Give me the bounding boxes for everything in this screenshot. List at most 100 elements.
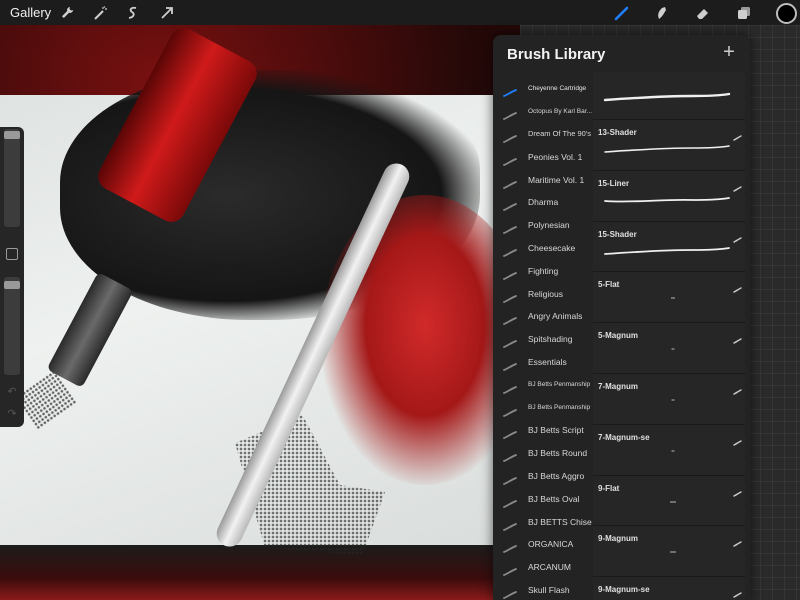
eraser-tool-icon[interactable] bbox=[693, 3, 713, 23]
brush-set-icon bbox=[503, 495, 517, 508]
brush-item[interactable]: 9-Magnum bbox=[593, 526, 745, 578]
brush-set-label: BJ Betts Oval bbox=[528, 493, 580, 504]
brush-set-item[interactable]: BJ Betts Penmanship bbox=[493, 373, 593, 396]
brush-type-icon bbox=[733, 484, 742, 497]
color-picker[interactable] bbox=[776, 3, 797, 24]
brush-set-label: Peonies Vol. 1 bbox=[528, 151, 583, 162]
brush-set-icon bbox=[503, 426, 517, 440]
opacity-slider[interactable] bbox=[4, 277, 20, 375]
brush-set-item[interactable]: Religious bbox=[493, 282, 593, 305]
brush-set-label: Octopus By Karl Bar... bbox=[528, 107, 592, 115]
brush-stroke-preview bbox=[603, 238, 731, 262]
brush-set-icon bbox=[503, 244, 517, 257]
brush-set-item[interactable]: Cheyenne Cartridge bbox=[493, 77, 593, 100]
redo-icon[interactable]: ↷ bbox=[5, 407, 19, 421]
brush-set-item[interactable]: Maritime Vol. 1 bbox=[493, 168, 593, 191]
brush-item[interactable] bbox=[593, 72, 745, 120]
brush-set-item[interactable]: BJ Betts Round bbox=[493, 442, 593, 465]
brush-stroke-preview bbox=[603, 390, 731, 414]
undo-icon[interactable]: ↶ bbox=[5, 385, 19, 399]
brush-item[interactable]: 15-Shader bbox=[593, 221, 745, 273]
transform-arrow-icon[interactable] bbox=[157, 3, 177, 23]
brush-set-item[interactable]: Spitshading bbox=[493, 328, 593, 351]
brush-set-label: Dharma bbox=[528, 197, 559, 208]
brush-size-thumb[interactable] bbox=[4, 131, 20, 139]
magic-wand-icon[interactable] bbox=[90, 3, 110, 23]
brush-set-label: BJ Betts Penmanship bbox=[528, 381, 591, 389]
add-brush-set-button[interactable]: + bbox=[721, 42, 737, 62]
brush-set-icon bbox=[503, 381, 517, 394]
brush-set-item[interactable]: Essentials bbox=[493, 351, 593, 374]
brush-set-label: BJ BETTS Chisel bbox=[528, 516, 592, 527]
brush-set-label: Fighting bbox=[528, 265, 559, 276]
smudge-tool-icon[interactable] bbox=[651, 3, 671, 23]
brush-item[interactable]: 9-Flat bbox=[593, 475, 745, 527]
brush-set-item[interactable]: ARCANUM bbox=[493, 556, 593, 579]
brush-set-icon bbox=[503, 267, 517, 280]
layers-icon[interactable] bbox=[734, 3, 754, 23]
brush-set-icon bbox=[503, 176, 517, 189]
brush-set-label: Dream Of The 90's bbox=[528, 129, 591, 139]
opacity-thumb[interactable] bbox=[4, 281, 20, 289]
brush-stroke-preview bbox=[603, 288, 731, 312]
brush-set-icon bbox=[503, 107, 517, 121]
brush-set-item[interactable]: Polynesian bbox=[493, 214, 593, 237]
tablet-bezel bbox=[0, 545, 520, 600]
brush-set-item[interactable]: BJ Betts Penmanship bbox=[493, 396, 593, 419]
brush-set-icon bbox=[503, 472, 517, 485]
brush-item[interactable]: 5-Flat bbox=[593, 272, 745, 324]
brush-set-icon bbox=[503, 518, 517, 531]
brush-list: 13-Shader 15-Liner 15-Shader 5-Flat 5-Magnum… bbox=[593, 72, 745, 600]
brush-set-item[interactable]: Cheesecake bbox=[493, 237, 593, 260]
brush-set-icon bbox=[503, 84, 517, 98]
brush-set-item[interactable]: Angry Animals bbox=[493, 305, 593, 328]
brush-item[interactable]: 13-Shader bbox=[593, 120, 745, 171]
brush-set-label: ORGANICA bbox=[528, 539, 574, 550]
brush-set-icon bbox=[503, 358, 517, 371]
brush-set-item[interactable]: Peonies Vol. 1 bbox=[493, 145, 593, 168]
brush-set-item[interactable]: Octopus By Karl Bar... bbox=[493, 100, 593, 123]
brush-set-label: Religious bbox=[528, 288, 563, 299]
brush-type-icon bbox=[733, 128, 742, 141]
brush-set-label: Angry Animals bbox=[528, 311, 583, 322]
brush-item[interactable]: 5-Magnum bbox=[593, 323, 745, 374]
brush-type-icon bbox=[733, 585, 742, 598]
brush-set-item[interactable]: BJ Betts Script bbox=[493, 419, 593, 442]
brush-type-icon bbox=[733, 534, 742, 548]
brush-set-item[interactable]: BJ BETTS Chisel bbox=[493, 510, 593, 533]
brush-stroke-preview bbox=[603, 593, 731, 600]
brush-set-item[interactable]: Dharma bbox=[493, 191, 593, 214]
brush-item[interactable]: 15-Liner bbox=[593, 170, 745, 222]
gallery-button[interactable]: Gallery bbox=[10, 5, 51, 20]
selection-icon[interactable] bbox=[123, 3, 143, 23]
brush-set-item[interactable]: BJ Betts Oval bbox=[493, 487, 593, 510]
brush-type-icon bbox=[733, 382, 742, 395]
brush-set-label: ARCANUM bbox=[528, 562, 571, 573]
brush-tool-icon[interactable] bbox=[612, 3, 632, 23]
brush-set-item[interactable]: BJ Betts Aggro bbox=[493, 465, 593, 488]
top-toolbar: Gallery bbox=[0, 0, 800, 25]
brush-stroke-preview bbox=[603, 441, 731, 465]
modify-button[interactable] bbox=[6, 248, 18, 260]
wrench-icon[interactable] bbox=[57, 3, 77, 23]
brush-set-label: Cheyenne Cartridge bbox=[528, 84, 587, 92]
brush-size-slider[interactable] bbox=[4, 129, 20, 227]
brush-item[interactable]: 7-Magnum bbox=[593, 373, 745, 425]
brush-set-icon bbox=[503, 540, 517, 554]
brush-set-item[interactable]: Skull Flash bbox=[493, 579, 593, 600]
brush-set-label: Polynesian bbox=[528, 220, 570, 231]
brush-set-label: BJ Betts Aggro bbox=[528, 470, 585, 481]
brush-stroke-preview bbox=[603, 542, 731, 566]
brush-set-item[interactable]: ORGANICA bbox=[493, 533, 593, 556]
brush-item[interactable]: 9-Magnum-se bbox=[593, 577, 745, 600]
brush-item[interactable]: 7-Magnum-se bbox=[593, 424, 745, 476]
brush-set-icon bbox=[503, 198, 517, 212]
brush-type-icon bbox=[733, 331, 742, 344]
brush-set-icon bbox=[503, 130, 517, 143]
brush-set-item[interactable]: Dream Of The 90's bbox=[493, 123, 593, 146]
brush-type-icon bbox=[733, 179, 742, 192]
brush-set-label: BJ Betts Penmanship bbox=[528, 404, 591, 412]
brush-set-icon bbox=[503, 586, 517, 599]
brush-set-item[interactable]: Fighting bbox=[493, 259, 593, 282]
brush-set-label: BJ Betts Round bbox=[528, 448, 588, 459]
